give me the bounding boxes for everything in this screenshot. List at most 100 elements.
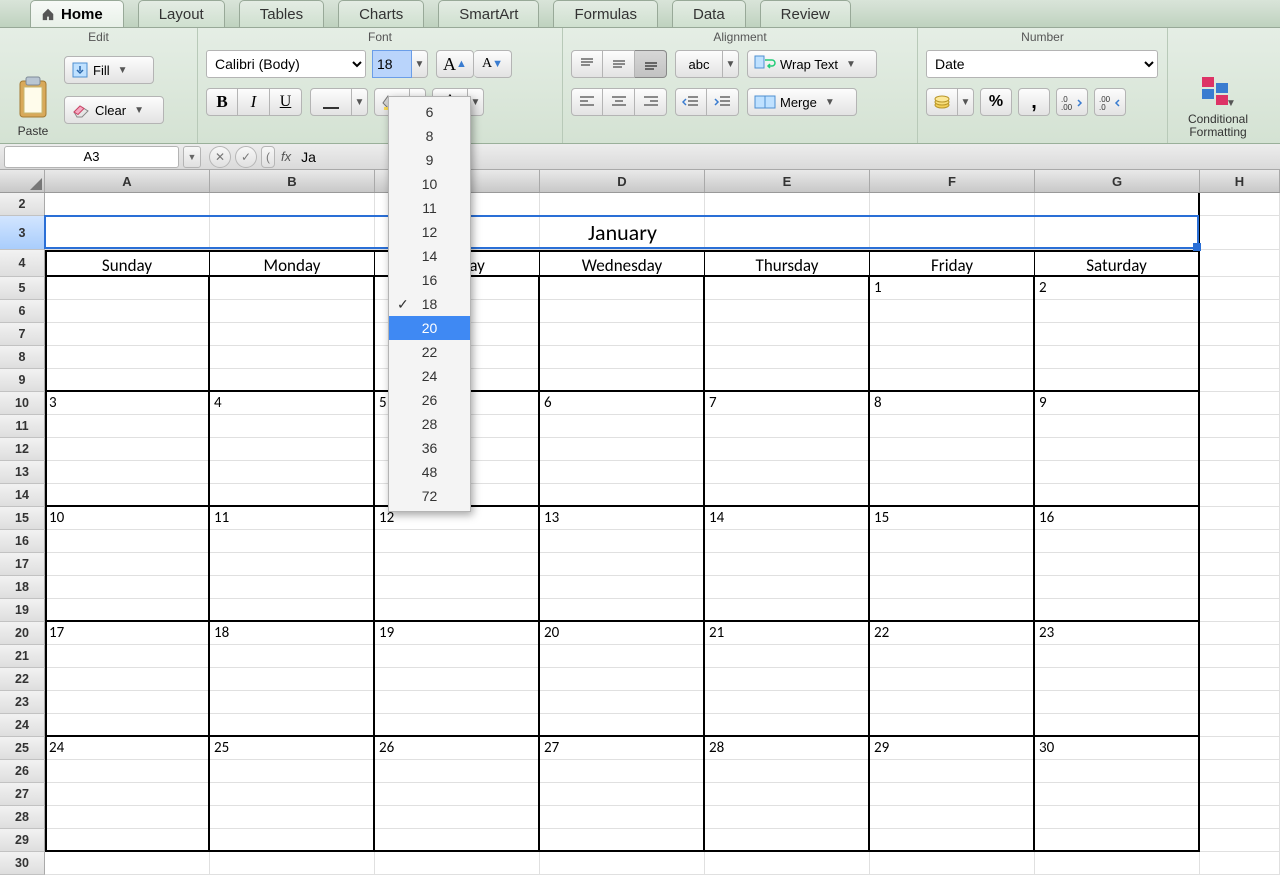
paste-button[interactable]: Paste — [8, 50, 58, 140]
day-header-monday[interactable]: Monday — [210, 250, 375, 277]
font-size-option-20[interactable]: 20 — [389, 316, 470, 340]
row-header-4[interactable]: 4 — [0, 250, 45, 277]
align-middle-button[interactable] — [603, 50, 635, 78]
calendar-cell[interactable]: 14 — [705, 507, 870, 622]
day-header-thursday[interactable]: Thursday — [705, 250, 870, 277]
calendar-cell[interactable]: 3 — [45, 392, 210, 507]
decrease-indent-button[interactable] — [675, 88, 707, 116]
day-header-wednesday[interactable]: Wednesday — [540, 250, 705, 277]
font-size-menu[interactable]: 689101112141618✓2022242628364872 — [388, 96, 471, 512]
row-header-25[interactable]: 25 — [0, 737, 45, 760]
percent-button[interactable]: % — [980, 88, 1012, 116]
font-size-dropdown[interactable]: ▼ — [412, 50, 428, 78]
name-box[interactable] — [4, 146, 179, 168]
calendar-cell[interactable]: 17 — [45, 622, 210, 737]
column-header-H[interactable]: H — [1200, 170, 1280, 192]
calendar-title-cell[interactable]: January — [45, 216, 1200, 250]
row-header-5[interactable]: 5 — [0, 277, 45, 300]
tab-charts[interactable]: Charts — [338, 0, 424, 27]
number-format-select[interactable]: Date — [926, 50, 1158, 78]
row-header-27[interactable]: 27 — [0, 783, 45, 806]
orientation-button[interactable]: abc — [675, 50, 723, 78]
row-header-7[interactable]: 7 — [0, 323, 45, 346]
calendar-cell[interactable]: 13 — [540, 507, 705, 622]
calendar-cell[interactable]: 24 — [45, 737, 210, 852]
column-header-E[interactable]: E — [705, 170, 870, 192]
row-header-29[interactable]: 29 — [0, 829, 45, 852]
calendar-cell[interactable]: 12 — [375, 507, 540, 622]
font-size-option-48[interactable]: 48 — [389, 460, 470, 484]
row-header-15[interactable]: 15 — [0, 507, 45, 530]
calendar-cell[interactable]: 18 — [210, 622, 375, 737]
calendar-cell[interactable] — [45, 277, 210, 392]
day-header-sunday[interactable]: Sunday — [45, 250, 210, 277]
row-header-12[interactable]: 12 — [0, 438, 45, 461]
select-all-corner[interactable] — [0, 170, 45, 192]
increase-decimal-button[interactable]: .0.00 — [1056, 88, 1088, 116]
column-header-A[interactable]: A — [45, 170, 210, 192]
merge-button[interactable]: Merge▼ — [747, 88, 857, 116]
italic-button[interactable]: I — [238, 88, 270, 116]
font-size-option-24[interactable]: 24 — [389, 364, 470, 388]
formula-builder-button[interactable]: ( — [261, 146, 275, 168]
row-header-20[interactable]: 20 — [0, 622, 45, 645]
calendar-cell[interactable]: 21 — [705, 622, 870, 737]
font-size-option-36[interactable]: 36 — [389, 436, 470, 460]
currency-dropdown[interactable]: ▼ — [958, 88, 974, 116]
calendar-cell[interactable] — [210, 277, 375, 392]
grow-font-button[interactable]: A▲ — [436, 50, 474, 78]
name-box-dropdown[interactable]: ▼ — [183, 146, 201, 168]
row-header-18[interactable]: 18 — [0, 576, 45, 599]
worksheet[interactable]: ABCDEFGH 2345678910111213141516171819202… — [0, 170, 1280, 879]
row-header-16[interactable]: 16 — [0, 530, 45, 553]
tab-smartart[interactable]: SmartArt — [438, 0, 539, 27]
row-header-19[interactable]: 19 — [0, 599, 45, 622]
font-size-option-12[interactable]: 12 — [389, 220, 470, 244]
row-header-23[interactable]: 23 — [0, 691, 45, 714]
font-size-option-22[interactable]: 22 — [389, 340, 470, 364]
orientation-dropdown[interactable]: ▼ — [723, 50, 739, 78]
font-size-option-10[interactable]: 10 — [389, 172, 470, 196]
calendar-cell[interactable]: 4 — [210, 392, 375, 507]
confirm-edit-button[interactable]: ✓ — [235, 146, 257, 168]
font-size-input[interactable] — [372, 50, 412, 78]
font-size-option-8[interactable]: 8 — [389, 124, 470, 148]
border-button[interactable] — [310, 88, 352, 116]
wrap-text-button[interactable]: Wrap Text▼ — [747, 50, 877, 78]
font-size-option-16[interactable]: 16 — [389, 268, 470, 292]
tab-data[interactable]: Data — [672, 0, 746, 27]
calendar-cell[interactable]: 22 — [870, 622, 1035, 737]
increase-indent-button[interactable] — [707, 88, 739, 116]
cell-grid[interactable]: JanuarySundayMondayTuesdayWednesdayThurs… — [45, 193, 1280, 879]
row-header-3[interactable]: 3 — [0, 216, 45, 250]
bold-button[interactable]: B — [206, 88, 238, 116]
calendar-cell[interactable]: 2 — [1035, 277, 1200, 392]
calendar-cell[interactable]: 26 — [375, 737, 540, 852]
calendar-cell[interactable]: 19 — [375, 622, 540, 737]
align-bottom-button[interactable] — [635, 50, 667, 78]
font-size-option-9[interactable]: 9 — [389, 148, 470, 172]
calendar-cell[interactable]: 23 — [1035, 622, 1200, 737]
day-header-saturday[interactable]: Saturday — [1035, 250, 1200, 277]
row-header-10[interactable]: 10 — [0, 392, 45, 415]
column-header-G[interactable]: G — [1035, 170, 1200, 192]
currency-button[interactable] — [926, 88, 958, 116]
tab-home[interactable]: Home — [30, 0, 124, 27]
calendar-cell[interactable]: 9 — [1035, 392, 1200, 507]
calendar-cell[interactable]: 27 — [540, 737, 705, 852]
align-center-button[interactable] — [603, 88, 635, 116]
calendar-cell[interactable]: 11 — [210, 507, 375, 622]
font-size-option-26[interactable]: 26 — [389, 388, 470, 412]
calendar-cell[interactable]: 16 — [1035, 507, 1200, 622]
conditional-formatting-button[interactable]: ▼ Conditional Formatting — [1184, 47, 1252, 141]
row-header-26[interactable]: 26 — [0, 760, 45, 783]
calendar-cell[interactable]: 29 — [870, 737, 1035, 852]
row-header-21[interactable]: 21 — [0, 645, 45, 668]
calendar-cell[interactable] — [705, 277, 870, 392]
row-header-28[interactable]: 28 — [0, 806, 45, 829]
calendar-cell[interactable]: 25 — [210, 737, 375, 852]
calendar-cell[interactable]: 7 — [705, 392, 870, 507]
row-header-17[interactable]: 17 — [0, 553, 45, 576]
font-size-option-28[interactable]: 28 — [389, 412, 470, 436]
font-name-select[interactable]: Calibri (Body) — [206, 50, 366, 78]
